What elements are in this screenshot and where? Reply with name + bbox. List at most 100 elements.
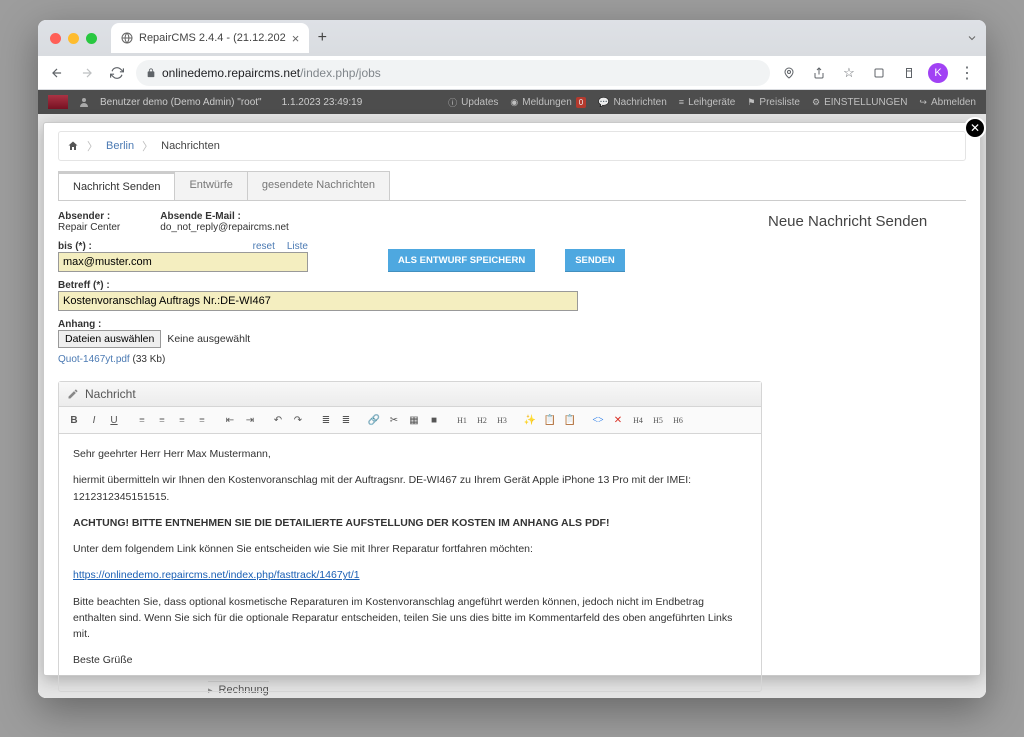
link-button[interactable]: 🔗: [365, 411, 383, 429]
tab-send[interactable]: Nachricht Senden: [58, 171, 175, 200]
list-icon: ≡: [679, 97, 684, 107]
body-link[interactable]: https://onlinedemo.repaircms.net/index.p…: [73, 569, 360, 581]
list-link[interactable]: Liste: [287, 241, 308, 252]
profile-avatar[interactable]: K: [928, 63, 948, 83]
close-tab-icon[interactable]: ×: [292, 31, 300, 46]
outdent-button[interactable]: ⇤: [221, 411, 239, 429]
paste-button[interactable]: 📋: [561, 411, 579, 429]
message-tabs: Nachricht Senden Entwürfe gesendete Nach…: [58, 171, 966, 201]
browser-window: RepairCMS 2.4.4 - (21.12.202 × + onlined…: [38, 20, 986, 698]
unordered-list-button[interactable]: ≣: [337, 411, 355, 429]
close-modal-button[interactable]: ✕: [964, 117, 986, 139]
save-draft-button[interactable]: ALS ENTWURF SPEICHERN: [388, 249, 535, 272]
editor-body[interactable]: Sehr geehrter Herr Herr Max Mustermann, …: [59, 434, 761, 691]
bookmark-icon[interactable]: ☆: [838, 62, 860, 84]
menu-einstellungen[interactable]: ⚙EINSTELLUNGEN: [812, 97, 907, 108]
unlink-button[interactable]: ✂: [385, 411, 403, 429]
minimize-window[interactable]: [68, 33, 79, 44]
browser-tab[interactable]: RepairCMS 2.4.4 - (21.12.202 ×: [111, 23, 309, 53]
chevron-down-icon[interactable]: [966, 32, 978, 44]
h4-button[interactable]: H4: [629, 411, 647, 429]
indent-button[interactable]: ⇥: [241, 411, 259, 429]
extensions-icon[interactable]: [868, 62, 890, 84]
new-tab-button[interactable]: +: [309, 25, 335, 51]
italic-button[interactable]: I: [85, 411, 103, 429]
gear-icon: ⚙: [812, 97, 820, 108]
close-window[interactable]: [50, 33, 61, 44]
body-greeting: Sehr geehrter Herr Herr Max Mustermann,: [73, 446, 747, 462]
url-input[interactable]: onlinedemo.repaircms.net/index.php/jobs: [136, 60, 770, 86]
reader-icon[interactable]: [898, 62, 920, 84]
subject-input[interactable]: [58, 291, 578, 311]
clear-button[interactable]: ✕: [609, 411, 627, 429]
tab-title: RepairCMS 2.4.4 - (21.12.202: [139, 32, 286, 44]
window-controls: [50, 33, 97, 44]
ordered-list-button[interactable]: ≣: [317, 411, 335, 429]
app-viewport: Benutzer demo (Demo Admin) "root" 1.1.20…: [38, 90, 986, 698]
align-justify-button[interactable]: ≡: [193, 411, 211, 429]
h1-button[interactable]: H1: [453, 411, 471, 429]
editor-toolbar: B I U ≡ ≡ ≡ ≡ ⇤ ⇥: [59, 407, 761, 434]
forward-button[interactable]: [76, 62, 98, 84]
breadcrumb-page: Nachrichten: [161, 140, 220, 152]
datetime-label: 1.1.2023 23:49:19: [282, 97, 363, 108]
attachment-link[interactable]: Quot-1467yt.pdf: [58, 354, 130, 365]
body-p3: Unter dem folgendem Link können Sie ents…: [73, 541, 747, 557]
clipboard-button[interactable]: 📋: [541, 411, 559, 429]
menu-leihgeraete[interactable]: ≡Leihgeräte: [679, 97, 736, 108]
sender-value: Repair Center: [58, 222, 120, 233]
align-right-button[interactable]: ≡: [173, 411, 191, 429]
h3-button[interactable]: H3: [493, 411, 511, 429]
lock-icon: [146, 68, 156, 78]
alert-icon: ◉: [510, 97, 518, 108]
body-p5: Beste Grüße: [73, 652, 747, 668]
source-button[interactable]: <>: [589, 411, 607, 429]
globe-icon: [121, 32, 133, 44]
app-logo: [48, 95, 68, 109]
home-icon[interactable]: [67, 140, 79, 152]
h5-button[interactable]: H5: [649, 411, 667, 429]
back-button[interactable]: [46, 62, 68, 84]
video-button[interactable]: ■: [425, 411, 443, 429]
menu-meldungen[interactable]: ◉Meldungen 0: [510, 97, 586, 108]
wand-button[interactable]: ✨: [521, 411, 539, 429]
sender-label: Absender :: [58, 211, 120, 222]
redo-button[interactable]: ↷: [289, 411, 307, 429]
user-label: Benutzer demo (Demo Admin) "root": [100, 97, 262, 108]
h6-button[interactable]: H6: [669, 411, 687, 429]
underline-button[interactable]: U: [105, 411, 123, 429]
browser-menu-icon[interactable]: ⋮: [956, 62, 978, 84]
editor-title: Nachricht: [85, 387, 136, 401]
menu-abmelden[interactable]: ↪Abmelden: [919, 97, 976, 108]
send-button[interactable]: SENDEN: [565, 249, 625, 272]
app-top-bar: Benutzer demo (Demo Admin) "root" 1.1.20…: [38, 90, 986, 114]
tab-drafts[interactable]: Entwürfe: [174, 171, 247, 200]
reset-link[interactable]: reset: [253, 241, 275, 252]
image-button[interactable]: ▦: [405, 411, 423, 429]
align-center-button[interactable]: ≡: [153, 411, 171, 429]
logout-icon: ↪: [919, 97, 927, 108]
align-left-button[interactable]: ≡: [133, 411, 151, 429]
menu-nachrichten[interactable]: 💬Nachrichten: [598, 97, 667, 108]
pencil-icon: [67, 388, 79, 400]
body-p4: Bitte beachten Sie, dass optional kosmet…: [73, 594, 747, 643]
file-choose-button[interactable]: Dateien auswählen: [58, 330, 161, 348]
share-icon[interactable]: [808, 62, 830, 84]
bold-button[interactable]: B: [65, 411, 83, 429]
location-icon[interactable]: [778, 62, 800, 84]
attachment-size: (33 Kb): [133, 354, 166, 365]
tab-sent[interactable]: gesendete Nachrichten: [247, 171, 390, 200]
attachment-label: Anhang :: [58, 319, 762, 330]
reload-button[interactable]: [106, 62, 128, 84]
recipient-input[interactable]: [58, 252, 308, 272]
sender-email-label: Absende E-Mail :: [160, 211, 289, 222]
undo-button[interactable]: ↶: [269, 411, 287, 429]
h2-button[interactable]: H2: [473, 411, 491, 429]
body-p2: ACHTUNG! BITTE ENTNEHMEN SIE DIE DETAILI…: [73, 515, 747, 531]
menu-updates[interactable]: ⓘUpdates: [448, 96, 498, 109]
user-icon: [78, 96, 90, 108]
maximize-window[interactable]: [86, 33, 97, 44]
tag-icon: ⚑: [747, 97, 755, 108]
breadcrumb-location[interactable]: Berlin: [106, 140, 134, 152]
menu-preisliste[interactable]: ⚑Preisliste: [747, 97, 800, 108]
